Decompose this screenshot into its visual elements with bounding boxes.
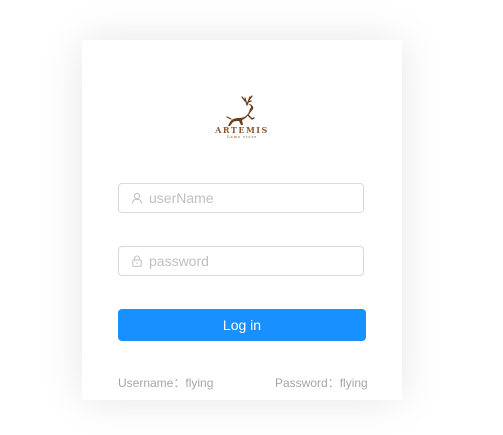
logo-wordmark: ARTEMIS <box>215 125 269 135</box>
password-hint: Password：flying <box>275 376 368 390</box>
user-icon <box>131 192 143 204</box>
password-field[interactable] <box>118 246 364 276</box>
password-input[interactable] <box>149 253 349 269</box>
login-card: ARTEMIS Game store Log in Usern <box>82 40 402 400</box>
login-button[interactable]: Log in <box>118 309 366 341</box>
username-input[interactable] <box>149 190 349 206</box>
logo-tagline: Game store <box>226 135 258 139</box>
lock-icon <box>131 255 143 267</box>
page-background: ARTEMIS Game store Log in Usern <box>0 0 503 435</box>
username-hint: Username：flying <box>118 376 214 390</box>
username-field[interactable] <box>118 183 364 213</box>
